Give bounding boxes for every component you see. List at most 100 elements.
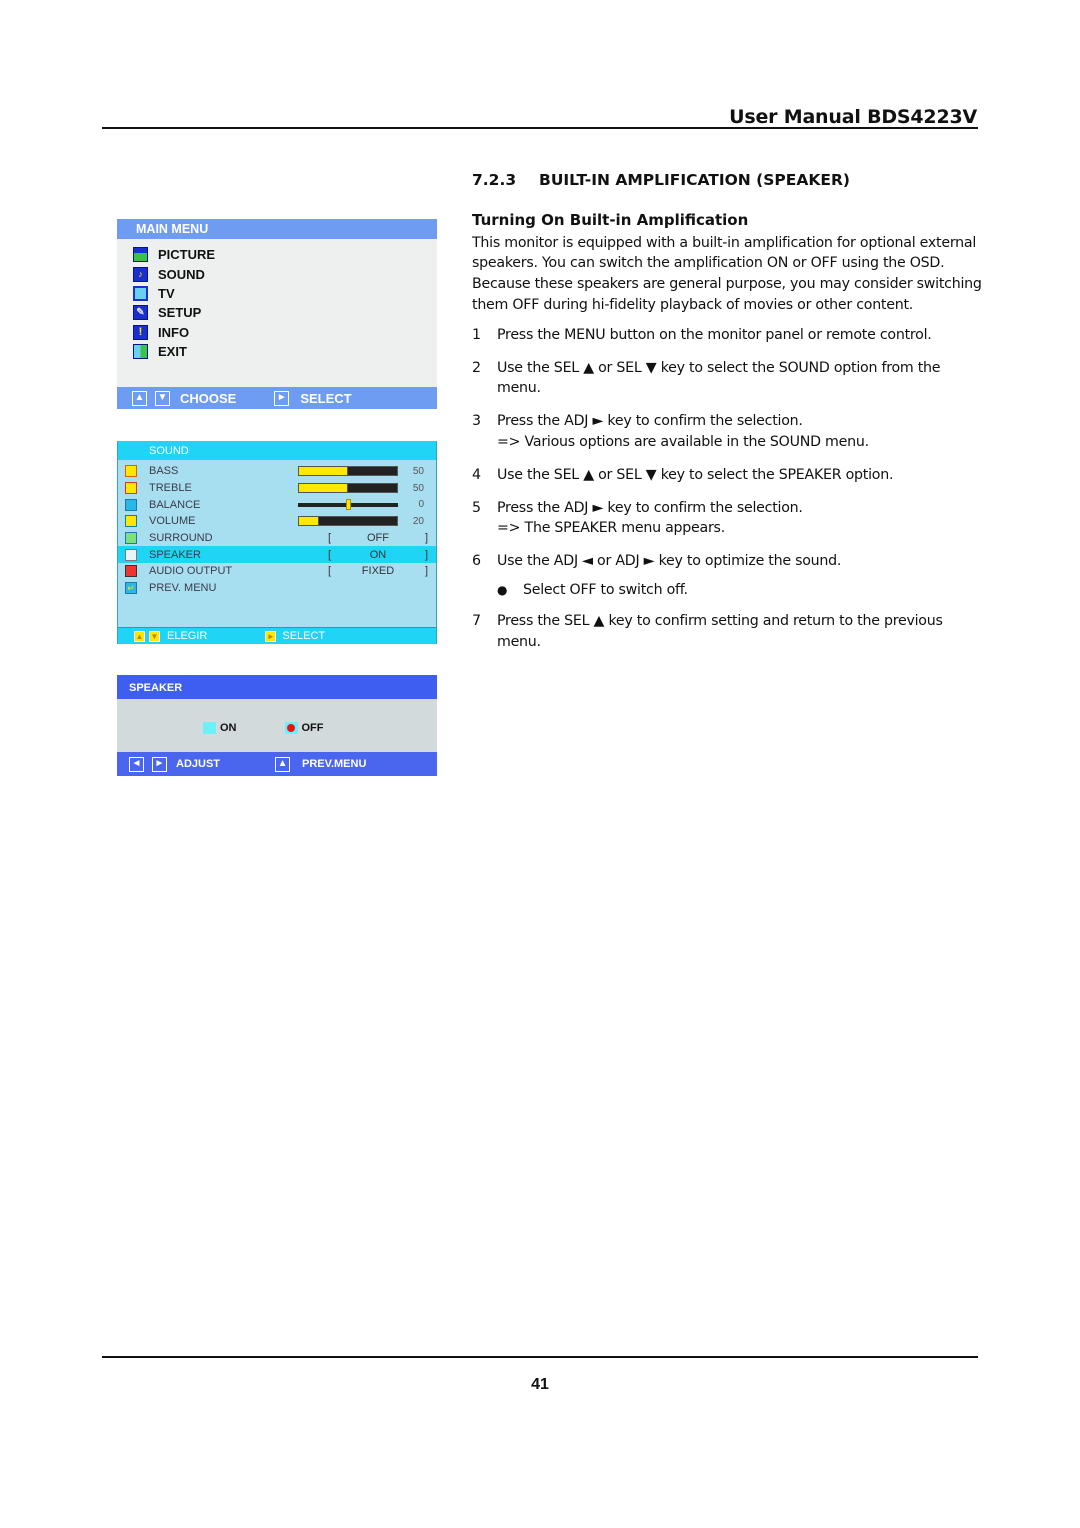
main-menu-title: MAIN MENU xyxy=(117,219,437,239)
step-item: 7 Press the SEL ▲ key to confirm setting… xyxy=(472,611,982,653)
treble-slider[interactable] xyxy=(298,483,398,494)
bass-icon xyxy=(125,465,137,478)
step-result: => The SPEAKER menu appears. xyxy=(497,520,725,537)
volume-slider[interactable] xyxy=(298,516,398,527)
section-number: 7.2.3 xyxy=(472,171,517,189)
arrow-right-icon: ► xyxy=(265,630,277,642)
tv-icon xyxy=(133,285,148,301)
arrow-left-icon: ◄ xyxy=(129,756,144,772)
step-text: Press the MENU button on the monitor pan… xyxy=(497,326,932,343)
sound-menu-item-volume[interactable]: VOLUME 20 xyxy=(118,513,436,530)
sound-item-label: BASS xyxy=(149,465,179,478)
step-number: 7 xyxy=(472,612,481,629)
bass-value: 50 xyxy=(412,465,424,477)
main-menu-footer: ▲ ▼ CHOOSE ► SELECT xyxy=(117,387,437,409)
speaker-option[interactable]: [ON] xyxy=(328,549,428,561)
speaker-icon xyxy=(125,548,137,561)
step-number: 2 xyxy=(472,359,481,376)
adjust-label: ADJUST xyxy=(176,758,221,770)
main-menu-item-setup[interactable]: ✎ SETUP xyxy=(133,303,437,322)
balance-knob[interactable] xyxy=(346,498,351,510)
step-text: Press the SEL ▲ key to confirm setting a… xyxy=(497,612,943,650)
surround-icon xyxy=(125,532,137,545)
sound-menu-item-speaker[interactable]: SPEAKER [ON] xyxy=(118,546,436,564)
choose-label: ELEGIR xyxy=(167,630,208,642)
bass-slider[interactable] xyxy=(298,466,398,477)
volume-icon xyxy=(125,515,137,528)
on-option-indicator[interactable] xyxy=(203,722,216,734)
main-menu-item-info[interactable]: ! INFO xyxy=(133,323,437,342)
return-icon: ↵ xyxy=(125,582,137,595)
arrow-right-icon: ► xyxy=(274,390,290,406)
sound-item-label: VOLUME xyxy=(149,515,196,528)
main-menu-item-tv[interactable]: TV xyxy=(133,284,437,303)
sound-menu-footer: ▲ ▼ ELEGIR ► SELECT xyxy=(118,627,436,644)
step-text: Use the ADJ ◄ or ADJ ► key to optimize t… xyxy=(497,553,842,570)
selected-dot-icon xyxy=(287,724,295,732)
speaker-menu-footer: ◄ ► ADJUST ▲ PREV.MENU xyxy=(117,752,437,776)
step-number: 3 xyxy=(472,413,481,430)
speaker-menu-title: SPEAKER xyxy=(117,675,437,699)
treble-value: 50 xyxy=(412,482,424,494)
balance-value: 0 xyxy=(418,499,424,511)
main-menu-item-label: INFO xyxy=(158,324,190,340)
step-item: 2 Use the SEL ▲ or SEL ▼ key to select t… xyxy=(472,358,982,400)
step-text: Use the SEL ▲ or SEL ▼ key to select the… xyxy=(497,359,941,397)
treble-icon xyxy=(125,482,137,495)
main-menu-item-sound[interactable]: ♪ SOUND xyxy=(133,264,437,283)
speaker-value: ON xyxy=(369,548,387,561)
select-label: SELECT xyxy=(300,390,352,406)
osd-sound-menu: SOUND BASS 50 TREBLE 50 BALANCE 0 VOLUME… xyxy=(117,441,437,644)
sound-menu-item-audio-output[interactable]: AUDIO OUTPUT [FIXED] xyxy=(118,563,436,580)
surround-option[interactable]: [OFF] xyxy=(328,532,428,544)
sound-menu-item-treble[interactable]: TREBLE 50 xyxy=(118,480,436,497)
sound-menu-item-balance[interactable]: BALANCE 0 xyxy=(118,496,436,513)
intro-paragraph: This monitor is equipped with a built-in… xyxy=(472,234,982,313)
main-menu-item-exit[interactable]: EXIT xyxy=(133,342,437,361)
info-icon: ! xyxy=(133,324,148,340)
volume-value: 20 xyxy=(412,515,424,527)
sound-menu-item-bass[interactable]: BASS 50 xyxy=(118,463,436,480)
sound-item-label: PREV. MENU xyxy=(149,582,217,595)
page-number: 41 xyxy=(531,1376,549,1393)
sound-menu-item-surround[interactable]: SURROUND [OFF] xyxy=(118,530,436,547)
choose-label: CHOOSE xyxy=(180,390,237,406)
arrow-right-icon: ► xyxy=(152,756,167,772)
off-option-indicator[interactable] xyxy=(284,722,298,734)
main-menu-item-label: SOUND xyxy=(158,266,205,282)
arrow-down-icon: ▼ xyxy=(155,390,170,406)
on-option-label[interactable]: ON xyxy=(220,722,237,734)
arrow-down-icon: ▼ xyxy=(149,630,160,642)
arrow-up-icon: ▲ xyxy=(134,630,145,642)
sound-icon: ♪ xyxy=(133,266,148,282)
step-item: 1 Press the MENU button on the monitor p… xyxy=(472,325,982,346)
main-menu-item-label: PICTURE xyxy=(158,247,216,263)
exit-icon xyxy=(133,344,148,360)
main-menu-item-picture[interactable]: PICTURE xyxy=(133,245,437,264)
sound-menu-item-prev-menu[interactable]: ↵ PREV. MENU xyxy=(118,580,436,597)
bullet-text: Select OFF to switch off. xyxy=(523,581,688,598)
main-menu-item-label: EXIT xyxy=(158,344,187,360)
prev-menu-label: PREV.MENU xyxy=(302,758,367,770)
step-text: Press the ADJ ► key to confirm the selec… xyxy=(497,499,803,516)
bullet-icon: ● xyxy=(497,582,508,597)
section-content: 7.2.3 BUILT-IN AMPLIFICATION (SPEAKER) T… xyxy=(472,170,982,664)
arrow-up-icon: ▲ xyxy=(275,756,291,772)
select-label: SELECT xyxy=(282,630,326,642)
step-number: 6 xyxy=(472,553,481,570)
osd-main-menu: MAIN MENU PICTURE ♪ SOUND TV ✎ SETUP ! I… xyxy=(117,219,437,409)
sound-item-label: SURROUND xyxy=(149,532,213,545)
footer-rule xyxy=(102,1356,978,1358)
setup-icon: ✎ xyxy=(133,305,148,321)
balance-slider[interactable] xyxy=(298,498,398,510)
balance-icon xyxy=(125,498,137,511)
audio-output-option[interactable]: [FIXED] xyxy=(328,565,428,577)
step-number: 5 xyxy=(472,499,481,516)
sound-menu-title: SOUND xyxy=(118,441,436,460)
sound-item-label: AUDIO OUTPUT xyxy=(149,565,233,578)
sound-item-label: TREBLE xyxy=(149,482,192,495)
step-item: 6 Use the ADJ ◄ or ADJ ► key to optimize… xyxy=(472,551,982,572)
step-result: => Various options are available in the … xyxy=(497,433,869,450)
section-heading: 7.2.3 BUILT-IN AMPLIFICATION (SPEAKER) xyxy=(472,170,982,191)
off-option-label[interactable]: OFF xyxy=(302,722,324,734)
